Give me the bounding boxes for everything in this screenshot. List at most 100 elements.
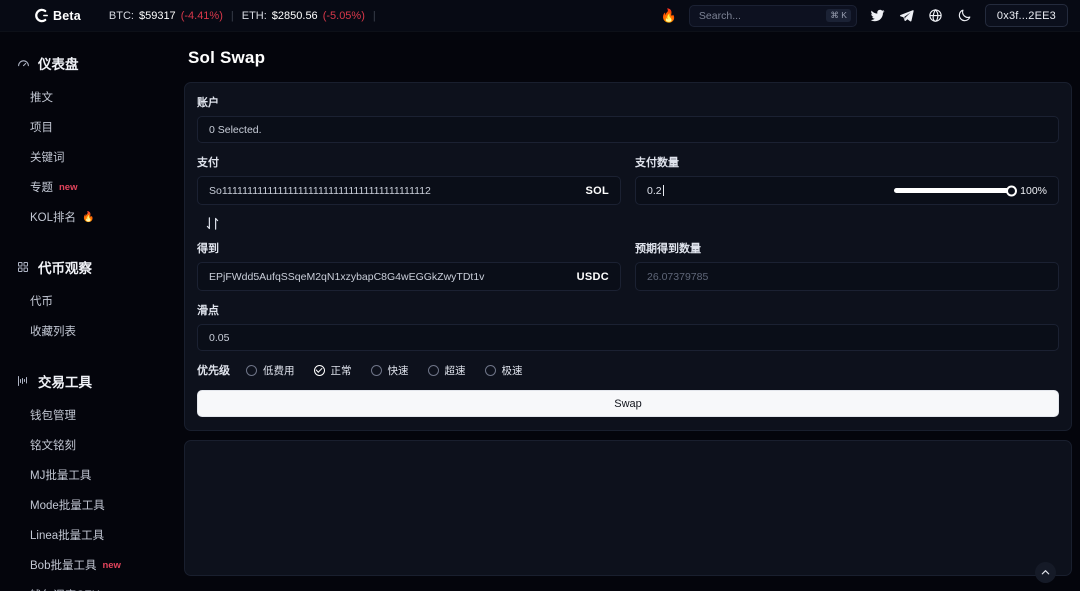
sidebar-item-inscription[interactable]: 铭文铭刻 [9,430,171,460]
sidebar-item-tokens[interactable]: 代币 [9,286,171,316]
chart-icon [16,374,30,388]
new-badge: new [59,181,78,193]
receive-row: 得到 EPjFWdd5AufqSSqeM2qN1xzybapC8G4wEGGkZ… [197,240,1059,291]
priority-option-label: 低费用 [263,364,295,377]
app-logo[interactable]: Beta [34,8,81,23]
sidebar-item-label: 收藏列表 [30,326,76,338]
sidebar-group-title-trading-tools: 交易工具 [0,362,180,400]
search-input[interactable]: Search... ⌘ K [688,4,857,27]
receive-token-input[interactable]: EPjFWdd5AufqSSqeM2qN1xzybapC8G4wEGGkZwyT… [197,262,621,291]
sidebar-item-label: Mode批量工具 [30,500,105,512]
slippage-input[interactable]: 0.05 [197,324,1059,351]
sidebar: 仪表盘 推文 项目 关键词 专题 new KOL排名 🔥 代币观察 代币 收藏列… [0,32,180,591]
sidebar-item-mj-batch-tool[interactable]: MJ批量工具 [9,460,171,490]
slippage-label: 滑点 [197,305,219,317]
sidebar-item-tweets[interactable]: 推文 [9,82,171,112]
receive-label: 得到 [197,243,219,255]
ticker-divider: | [230,9,234,22]
ticker-eth-symbol: ETH: [241,9,267,22]
slider-thumb[interactable] [1006,185,1018,196]
sidebar-item-label: 代币 [30,296,53,308]
pay-token-input[interactable]: So11111111111111111111111111111111111111… [197,176,621,205]
swap-button[interactable]: Swap [197,390,1059,417]
sidebar-item-label: 钱包管理 [30,410,76,422]
flame-icon: 🔥 [82,211,95,223]
radio-checked-icon[interactable] [313,364,325,376]
priority-option-ultra[interactable]: 极速 [484,363,523,378]
pay-amount-label: 支付数量 [635,157,679,169]
text-caret [662,184,664,196]
sidebar-item-bob-batch-tool[interactable]: Bob批量工具 new [9,550,171,580]
priority-option-label: 正常 [330,364,352,377]
ticker-btc: BTC: $59317 (-4.41%) | ETH: $2850.56 (-5… [109,10,379,22]
sidebar-item-label: 项目 [30,122,53,134]
radio-icon[interactable] [246,364,257,376]
ticker-btc-value: $59317 [138,9,176,22]
swap-vertical-icon[interactable] [203,214,221,232]
page-title: Sol Swap [188,48,266,67]
priority-option-fast[interactable]: 快速 [370,363,409,378]
sidebar-item-label: 铭文铭刻 [30,440,76,452]
sidebar-group-label: 仪表盘 [38,57,79,72]
flame-icon[interactable]: 🔥 [661,9,677,22]
priority-label: 优先级 [197,365,230,377]
sidebar-group-label: 代币观察 [38,261,92,276]
globe-icon[interactable] [927,7,944,24]
search-placeholder: Search... [698,9,741,22]
logo-text: Beta [53,8,81,23]
account-label: 账户 [197,97,219,109]
account-selected-value: 0 Selected. [209,123,262,136]
priority-radio-group: 优先级 低费用 正常 快速 超速 极速 [197,362,1059,378]
telegram-icon[interactable] [898,7,915,24]
sidebar-group-trading-tools: 交易工具 钱包管理 铭文铭刻 MJ批量工具 Mode批量工具 Linea批量工具… [0,362,180,591]
sidebar-item-watchlist[interactable]: 收藏列表 [9,316,171,346]
sidebar-item-topics[interactable]: 专题 new [9,172,171,202]
pay-token-address: So11111111111111111111111111111111111111… [209,184,431,197]
slippage-value: 0.05 [209,331,230,344]
priority-option-normal[interactable]: 正常 [313,363,352,378]
sidebar-item-label: 推文 [30,92,53,104]
pay-amount-input[interactable]: 0.2 100% [635,176,1059,205]
receive-amount-label: 预期得到数量 [635,243,701,255]
radio-icon[interactable] [484,364,496,376]
sidebar-item-keywords[interactable]: 关键词 [9,142,171,172]
radio-icon[interactable] [427,364,439,376]
wallet-address-button[interactable]: 0x3f...2EE3 [984,4,1068,27]
sidebar-item-wallet-cex[interactable]: 钱包调度CEX [9,580,171,591]
pay-amount-slider[interactable]: 100% [894,185,1047,197]
sidebar-item-linea-batch-tool[interactable]: Linea批量工具 [9,520,171,550]
receive-token-symbol: USDC [576,270,609,283]
sidebar-item-wallet-management[interactable]: 钱包管理 [9,400,171,430]
ticker-divider-2: | [372,9,376,22]
priority-option-low-fee[interactable]: 低费用 [246,363,295,378]
pay-row: 支付 So11111111111111111111111111111111111… [197,154,1059,205]
radio-icon[interactable] [370,364,382,376]
account-select[interactable]: 0 Selected. [197,116,1059,143]
grid-icon [16,260,30,274]
results-panel [184,440,1072,576]
app-root: Beta BTC: $59317 (-4.41%) | ETH: $2850.5… [0,0,1080,591]
priority-option-label: 极速 [501,364,523,377]
moon-icon[interactable] [956,7,973,24]
priority-option-turbo[interactable]: 超速 [427,363,466,378]
sidebar-item-label: 关键词 [30,152,65,164]
body: 仪表盘 推文 项目 关键词 专题 new KOL排名 🔥 代币观察 代币 收藏列… [0,32,1080,591]
twitter-icon[interactable] [869,7,886,24]
sidebar-group-dashboard: 仪表盘 推文 项目 关键词 专题 new KOL排名 🔥 [0,44,180,232]
receive-amount-col: 预期得到数量 26.07379785 [635,240,1059,291]
chevron-up-icon[interactable] [1035,562,1056,583]
sidebar-item-label: Linea批量工具 [30,530,105,542]
sidebar-item-mode-batch-tool[interactable]: Mode批量工具 [9,490,171,520]
sidebar-item-label: 钱包调度CEX [30,587,100,591]
pay-amount-col: 支付数量 0.2 100% [635,154,1059,205]
slider-track[interactable] [894,185,1018,196]
sidebar-item-kol-ranking[interactable]: KOL排名 🔥 [9,202,171,232]
sidebar-group-token-watch: 代币观察 代币 收藏列表 [0,248,180,346]
sidebar-item-projects[interactable]: 项目 [9,112,171,142]
sidebar-group-title-token-watch: 代币观察 [0,248,180,286]
search-shortcut-badge: ⌘ K [826,9,851,22]
new-badge: new [102,559,121,571]
ticker-btc-change: (-4.41%) [180,9,223,22]
